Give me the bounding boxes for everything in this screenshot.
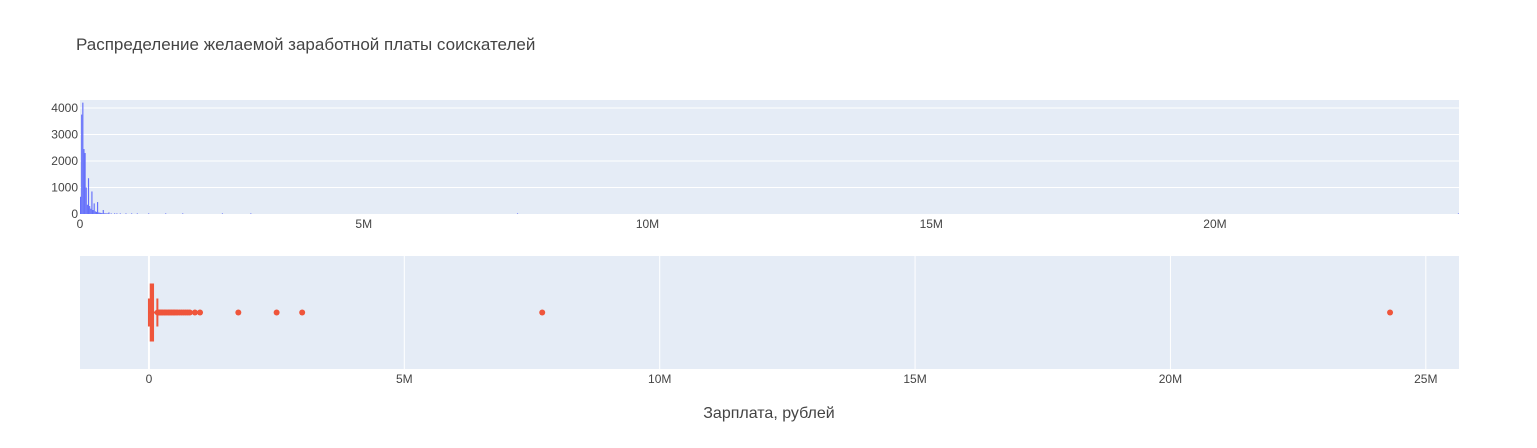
histogram-bar [87,178,90,214]
histogram-bar [106,213,108,214]
histogram-bar [91,191,93,214]
histogram-bar [81,114,83,214]
histogram-bar [103,213,105,214]
boxplot-outlier-point [539,309,546,316]
histogram-plot-area [80,100,1459,214]
boxplot-x-tick-label: 15M [903,372,926,386]
histogram-bar [84,153,86,214]
histogram-bar [90,208,92,214]
histogram-bar [107,213,109,214]
histogram-bar [85,187,87,214]
histogram-bar [221,213,224,214]
histogram-bar [92,210,94,214]
histogram-bar [83,149,85,214]
boxplot-x-tick-label: 10M [648,372,671,386]
histogram-bar [100,212,102,214]
histogram-bar [131,213,133,214]
boxplot-x-tick-label: 5M [396,372,413,386]
boxplot-outlier-point [299,309,306,316]
boxplot-outlier-point [186,309,193,316]
histogram-bar [136,213,138,214]
histogram-bar [516,213,519,214]
histogram-bar [148,213,150,214]
histogram-bar [110,213,112,214]
histogram-bar [125,213,127,214]
boxplot-outlier-point [1387,309,1394,316]
histogram-bar [97,202,99,214]
histogram-y-tick-label: 1000 [51,180,78,194]
boxplot-outlier-point [273,309,280,316]
histogram-bar [95,211,98,214]
histogram-x-tick-label: 5M [355,217,372,231]
histogram-bar [1457,213,1459,214]
histogram-bar [82,102,84,214]
histogram-bar [182,213,184,214]
histogram-x-tick-label: 15M [920,217,943,231]
boxplot-panel: 0 5M 10M 15M 20M 25M [80,256,1459,386]
histogram-bar [89,206,91,214]
figure-background [0,0,1537,448]
x-axis-title: Зарплата, рублей [703,405,834,422]
boxplot-plot-area [80,256,1459,369]
chart-title: Распределение желаемой заработной платы … [76,35,535,54]
histogram-y-tick-label: 4000 [51,101,78,115]
histogram-bar [116,213,118,214]
boxplot-x-tick-label: 0 [146,372,153,386]
histogram-bar [165,213,167,214]
figure: Распределение желаемой заработной платы … [0,0,1537,448]
histogram-y-tick-label: 3000 [51,127,78,141]
histogram-bar [94,211,96,214]
histogram-bar [114,213,116,214]
histogram-bar [101,213,103,214]
histogram-bar [80,196,82,214]
boxplot-outlier-point [197,309,204,316]
histogram-bar [104,213,107,214]
histogram-bar [119,213,121,214]
boxplot-outlier-point [235,309,242,316]
histogram-x-tick-label: 20M [1203,217,1226,231]
histogram-bar [93,203,95,214]
histogram-bar [250,213,252,214]
boxplot-outlier-point [191,309,198,316]
histogram-y-tick-label: 0 [71,207,78,221]
histogram-bar [102,210,104,214]
boxplot-x-tick-label: 25M [1414,372,1437,386]
histogram-bar [99,212,101,214]
histogram-y-tick-label: 2000 [51,154,78,168]
histogram-bar [108,212,110,214]
histogram-bar [98,212,100,214]
histogram-x-tick-label: 10M [636,217,659,231]
histogram-bar [86,204,88,214]
histogram-panel: 0 5M 10M 15M 20M 01000200030004000 [51,100,1459,231]
boxplot-x-tick-label: 20M [1159,372,1182,386]
